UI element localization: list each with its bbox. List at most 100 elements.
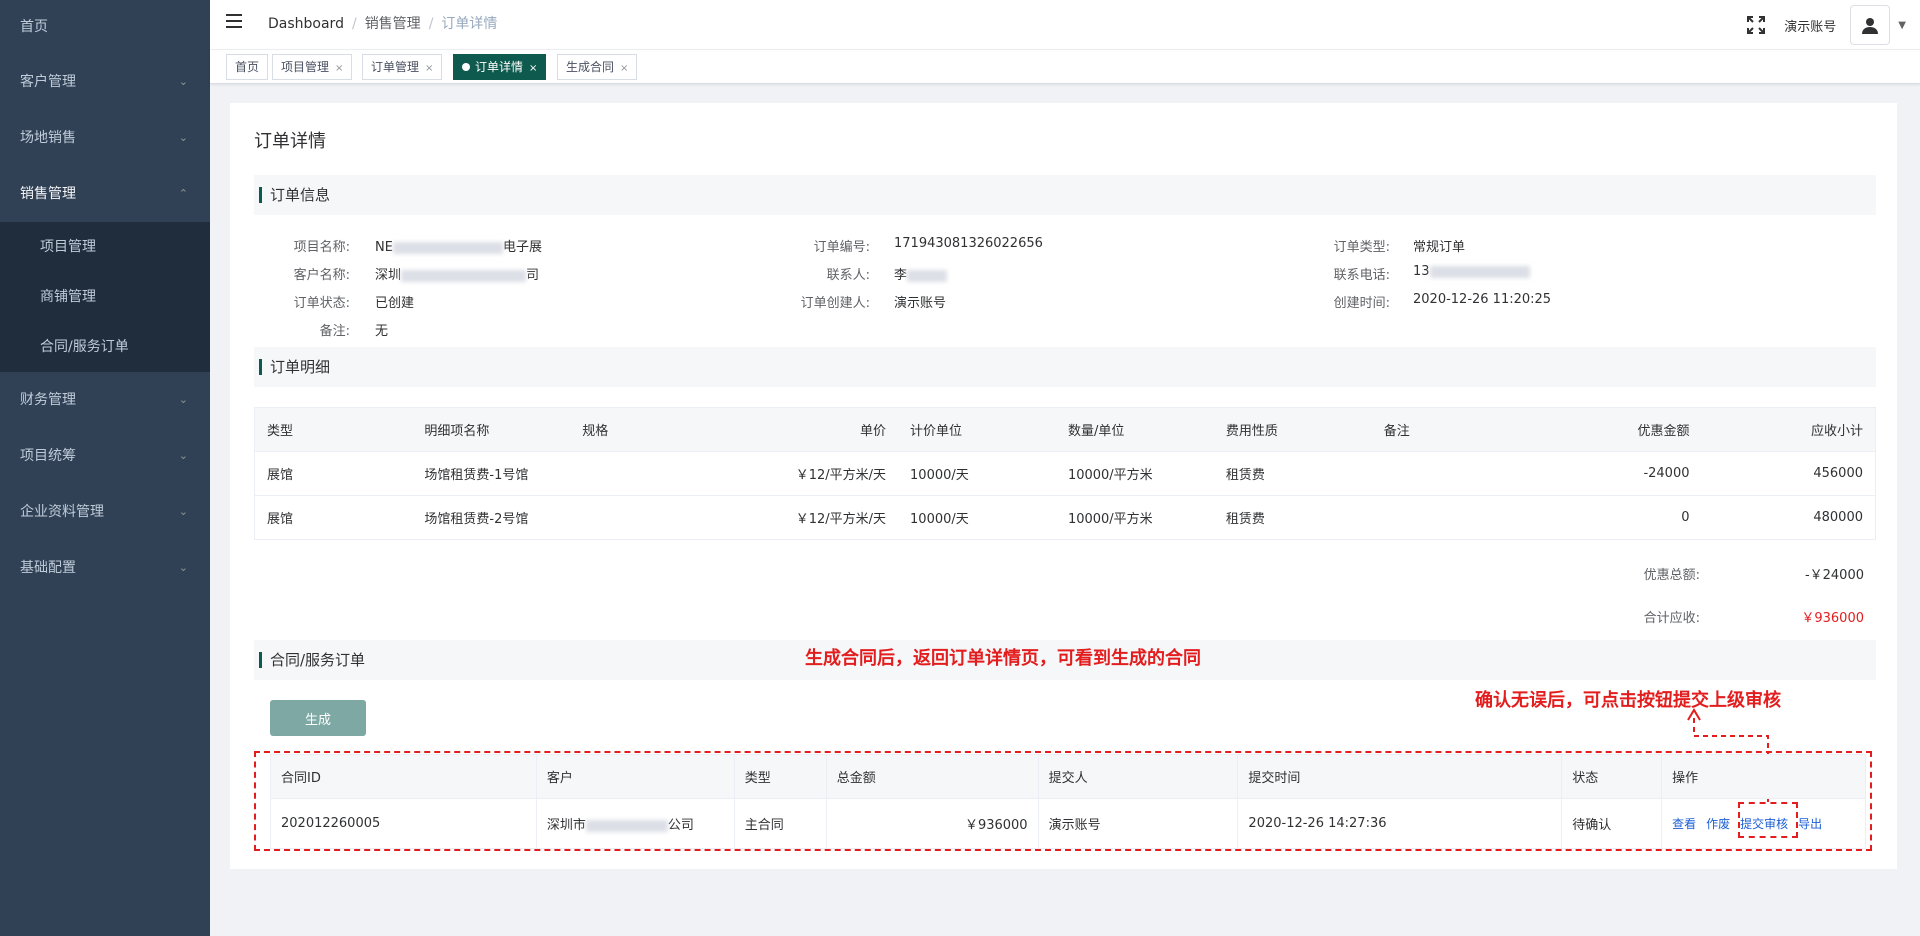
- tag-generate-contract[interactable]: 生成合同 ×: [557, 54, 638, 80]
- value-created-at: 2020-12-26 11:20:25: [1413, 292, 1552, 307]
- cell: 展馆: [254, 495, 413, 540]
- cell: 场馆租赁费-1号馆: [412, 451, 571, 496]
- label-project-name: 项目名称:: [293, 240, 350, 255]
- sidebar-item-label: 财务管理: [20, 392, 76, 408]
- sidebar-item-config[interactable]: 基础配置 ⌄: [0, 540, 210, 596]
- close-icon[interactable]: ×: [425, 63, 433, 74]
- username[interactable]: 演示账号: [1784, 16, 1836, 35]
- cell: 10000/天: [898, 495, 1056, 540]
- tag-orders[interactable]: 订单管理 ×: [362, 54, 443, 80]
- cell: 展馆: [254, 451, 413, 496]
- col-header: 应收小计: [1701, 407, 1876, 452]
- export-link[interactable]: 导出: [1798, 817, 1822, 831]
- table-row: 202012260005 深圳市 公司 主合同 ￥936000 演示账号 2020…: [270, 798, 1866, 849]
- sidebar-item-project-plan[interactable]: 项目统筹 ⌄: [0, 428, 210, 484]
- close-icon[interactable]: ×: [620, 63, 628, 74]
- value-customer-name: 深圳司: [375, 268, 540, 283]
- cell: 10000/天: [898, 451, 1056, 496]
- generate-button[interactable]: 生成: [270, 700, 366, 736]
- cell: 租赁费: [1213, 451, 1372, 496]
- col-header: 计价单位: [898, 407, 1056, 452]
- discount-total-value: -￥24000: [1804, 568, 1864, 583]
- label-created-at: 创建时间:: [1333, 296, 1390, 311]
- sidebar-item-enterprise[interactable]: 企业资料管理 ⌄: [0, 484, 210, 540]
- value-order-no: 171943081326022656: [894, 236, 1043, 251]
- label-creator: 订单创建人:: [800, 296, 870, 311]
- cell: 租赁费: [1213, 495, 1372, 540]
- cell: [1371, 495, 1542, 540]
- sidebar-subitem-label: 合同/服务订单: [40, 339, 129, 355]
- section-order-detail: 订单明细: [254, 347, 1876, 387]
- sidebar-item-label: 销售管理: [20, 186, 76, 202]
- tag-label: 项目管理: [281, 60, 330, 74]
- tag-project[interactable]: 项目管理 ×: [272, 54, 353, 80]
- chevron-down-icon: ⌄: [178, 131, 188, 144]
- tags-view: 首页 项目管理 × 订单管理 × 订单详情 × 生成合同 ×: [210, 50, 1920, 84]
- chevron-down-icon: ⌄: [178, 393, 188, 406]
- sidebar-item-venue-sales[interactable]: 场地销售 ⌄: [0, 110, 210, 166]
- cell: [1371, 451, 1542, 496]
- tag-order-detail[interactable]: 订单详情 ×: [453, 54, 547, 80]
- section-title: 订单明细: [270, 358, 331, 376]
- submit-review-link[interactable]: 提交审核: [1740, 817, 1788, 831]
- col-header: 状态: [1561, 754, 1663, 799]
- breadcrumb-current: 订单详情: [441, 16, 498, 32]
- sidebar: 首页 客户管理 ⌄ 场地销售 ⌄ 销售管理 ⌃ 项目管理 商铺管理 合同/服务订单 财…: [0, 0, 210, 936]
- sidebar-item-sales[interactable]: 销售管理 ⌃: [0, 166, 210, 222]
- sales-submenu: 项目管理 商铺管理 合同/服务订单: [0, 222, 210, 372]
- sidebar-item-finance[interactable]: 财务管理 ⌄: [0, 372, 210, 428]
- cell: ￥12/平方米/天: [728, 495, 899, 540]
- active-dot-icon: [462, 62, 470, 71]
- avatar[interactable]: [1850, 5, 1891, 45]
- sidebar-subitem-contract[interactable]: 合同/服务订单: [0, 322, 210, 372]
- tag-home[interactable]: 首页: [226, 54, 269, 80]
- close-icon[interactable]: ×: [335, 63, 343, 74]
- close-icon[interactable]: ×: [529, 63, 537, 74]
- caret-down-icon[interactable]: ▼: [1898, 20, 1906, 31]
- navbar: Dashboard / 销售管理 / 订单详情 演示账号 ▼: [210, 0, 1920, 50]
- cell: 480000: [1701, 495, 1876, 540]
- chevron-down-icon: ⌄: [178, 75, 188, 88]
- col-header: 总金额: [825, 754, 1039, 799]
- value-project-name: NE 电子展: [375, 240, 542, 255]
- chevron-up-icon: ⌃: [178, 187, 188, 200]
- label-remark: 备注:: [319, 324, 350, 339]
- fullscreen-icon[interactable]: [1746, 15, 1766, 35]
- label-status: 订单状态:: [293, 296, 350, 311]
- contract-submit-time: 2020-12-26 14:27:36: [1237, 798, 1563, 849]
- sidebar-item-customer[interactable]: 客户管理 ⌄: [0, 54, 210, 110]
- sidebar-subitem-project[interactable]: 项目管理: [0, 222, 210, 272]
- col-header: 备注: [1371, 407, 1542, 452]
- sidebar-subitem-shop[interactable]: 商铺管理: [0, 272, 210, 322]
- value-order-type: 常规订单: [1413, 240, 1466, 255]
- void-link[interactable]: 作废: [1706, 817, 1730, 831]
- breadcrumb-sales[interactable]: 销售管理: [365, 16, 421, 32]
- sidebar-subitem-label: 商铺管理: [40, 289, 96, 305]
- table-header-row: 合同ID 客户 类型 总金额 提交人 提交时间 状态 操作: [270, 754, 1866, 799]
- cell: -24000: [1541, 451, 1702, 496]
- sidebar-item-label: 首页: [20, 19, 48, 35]
- tag-label: 首页: [235, 60, 260, 74]
- contract-submitter: 演示账号: [1037, 798, 1239, 849]
- page-title: 订单详情: [254, 131, 326, 152]
- col-header: 费用性质: [1213, 407, 1372, 452]
- col-header: 类型: [254, 407, 413, 452]
- col-header: 单价: [728, 407, 899, 452]
- main-card: 订单详情 订单信息 项目名称: NE 电子展 客户名称: 深圳司 订单状态: 已创…: [230, 103, 1897, 869]
- table-row: 展馆 场馆租赁费-1号馆 ￥12/平方米/天 10000/天 10000/平方米…: [254, 451, 1876, 496]
- hamburger-icon[interactable]: [226, 14, 246, 34]
- annotation-note-1: 生成合同后，返回订单详情页，可看到生成的合同: [805, 648, 1201, 669]
- sidebar-item-home[interactable]: 首页: [0, 0, 210, 54]
- section-order-info: 订单信息: [254, 175, 1876, 215]
- contract-amount: ￥936000: [825, 798, 1039, 849]
- chevron-down-icon: ⌄: [178, 561, 188, 574]
- col-header: 提交时间: [1237, 754, 1563, 799]
- breadcrumb-dashboard[interactable]: Dashboard: [268, 16, 344, 32]
- view-link[interactable]: 查看: [1672, 817, 1696, 831]
- breadcrumb: Dashboard / 销售管理 / 订单详情: [268, 16, 498, 32]
- value-creator: 演示账号: [894, 296, 947, 311]
- table-row: 展馆 场馆租赁费-2号馆 ￥12/平方米/天 10000/天 10000/平方米…: [254, 495, 1876, 540]
- label-order-no: 订单编号:: [813, 240, 870, 255]
- cell: ￥12/平方米/天: [728, 451, 899, 496]
- contract-id: 202012260005: [270, 798, 537, 849]
